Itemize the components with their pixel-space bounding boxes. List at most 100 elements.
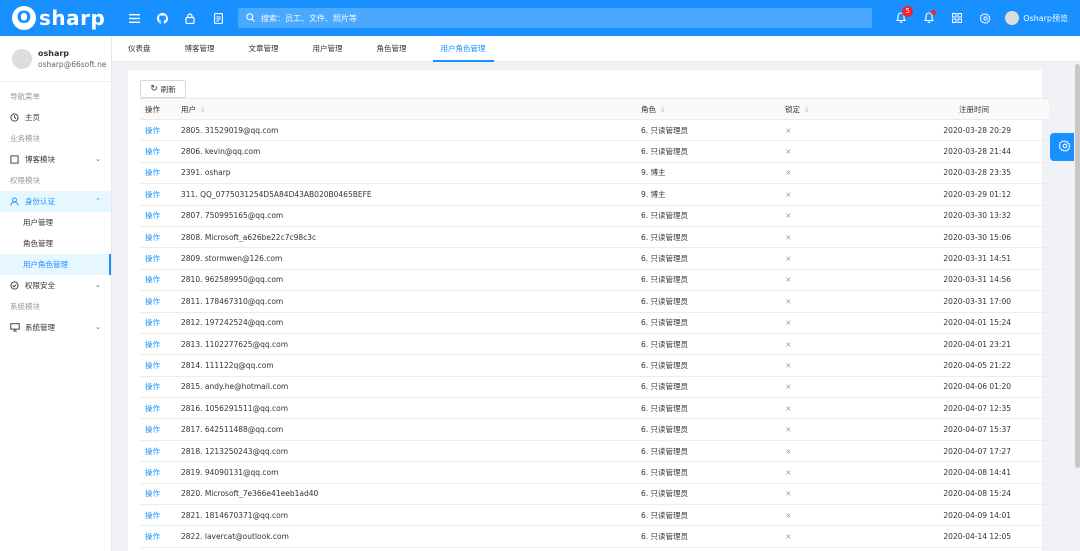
- menu-group-permission: 权限模块: [10, 176, 40, 185]
- table-row: 操作 311. QQ_0775031254D5A84D43AB020B0465BE…: [140, 184, 1049, 206]
- row-action-link[interactable]: 操作: [145, 340, 160, 349]
- locked-status-icon: ×: [785, 232, 792, 242]
- row-role: 6. 只读管理员: [641, 360, 689, 370]
- row-action-link[interactable]: 操作: [145, 532, 160, 541]
- row-role: 6. 只读管理员: [641, 339, 689, 349]
- tab-user-role-mgmt[interactable]: 用户角色管理: [432, 36, 494, 62]
- tab-article-mgmt[interactable]: 文章管理: [241, 36, 287, 62]
- row-user: 2821. 1814670371@qq.com: [181, 510, 288, 520]
- row-action-link[interactable]: 操作: [145, 404, 160, 413]
- clock-icon: [10, 113, 22, 122]
- col-user-label: 用户: [181, 104, 196, 114]
- message-dot: [931, 10, 937, 15]
- row-user: 2817. 642511488@qq.com: [181, 425, 284, 435]
- row-action-link[interactable]: 操作: [145, 468, 160, 477]
- menu-toggle-icon[interactable]: [120, 0, 148, 36]
- locked-status-icon: ×: [785, 189, 792, 199]
- document-icon[interactable]: [204, 0, 232, 36]
- row-action-link[interactable]: 操作: [145, 168, 160, 177]
- row-registered-time: 2020-04-14 12:05: [943, 532, 1011, 542]
- row-action-link[interactable]: 操作: [145, 297, 160, 306]
- row-action-link[interactable]: 操作: [145, 147, 160, 156]
- row-user: 2816. 1056291511@qq.com: [181, 403, 288, 413]
- search-input[interactable]: [261, 13, 841, 23]
- row-role: 6. 只读管理员: [641, 382, 689, 392]
- col-locked-header[interactable]: 锁定 ⇕: [779, 104, 869, 115]
- sidebar-item-home[interactable]: 主页: [0, 107, 111, 128]
- sort-icon[interactable]: ⇕: [660, 107, 665, 114]
- header-user-name: Osharp预览: [1023, 13, 1068, 23]
- gear-icon: [1058, 140, 1071, 154]
- row-action-link[interactable]: 操作: [145, 211, 160, 220]
- row-user: 2813. 1102277625@qq.com: [181, 339, 288, 349]
- avatar: [1005, 11, 1020, 25]
- row-user: 2814. 111122q@qq.com: [181, 360, 274, 370]
- row-registered-time: 2020-04-07 15:37: [943, 425, 1011, 435]
- row-action-link[interactable]: 操作: [145, 382, 160, 391]
- sidebar-item-system-mgmt[interactable]: 系统管理 ⌄: [0, 317, 111, 338]
- row-user: 2808. Microsoft_a626be22c7c98c3c: [181, 232, 317, 242]
- row-action-link[interactable]: 操作: [145, 511, 160, 520]
- notification-bell[interactable]: 5: [887, 0, 915, 36]
- locked-status-icon: ×: [785, 489, 792, 499]
- row-user: 2807. 750995165@qq.com: [181, 211, 284, 221]
- sidebar-item-identity[interactable]: 身份认证 ⌃: [0, 191, 111, 212]
- refresh-button[interactable]: ↻ 刷新: [140, 80, 186, 98]
- row-action-link[interactable]: 操作: [145, 254, 160, 263]
- table-row: 操作 2810. 962589950@qq.com 6. 只读管理员 × 2020-03…: [140, 270, 1049, 292]
- row-action-link[interactable]: 操作: [145, 489, 160, 498]
- col-user-header[interactable]: 用户 ⇕: [175, 104, 635, 115]
- row-action-link[interactable]: 操作: [145, 318, 160, 327]
- lock-icon[interactable]: [176, 0, 204, 36]
- sidebar-item-security[interactable]: 权限安全 ⌄: [0, 275, 111, 296]
- row-role: 6. 只读管理员: [641, 147, 689, 157]
- row-user: 2815. andy.he@hotmail.com: [181, 382, 289, 392]
- row-registered-time: 2020-04-07 12:35: [943, 403, 1011, 413]
- table-header: 操作 用户 ⇕ 角色 ⇕ 锁定 ⇕ 注册时间: [140, 99, 1049, 120]
- table-row: 操作 2806. kevin@qq.com 6. 只读管理员 × 2020-03-28 …: [140, 141, 1049, 163]
- sidebar-item-label: 主页: [25, 113, 40, 122]
- search-bar[interactable]: [238, 8, 872, 28]
- logo-text: sharp: [39, 6, 106, 30]
- sidebar-user-info[interactable]: osharp osharp@66soft.ne: [0, 36, 111, 82]
- apps-grid-icon[interactable]: [943, 0, 971, 36]
- header-user-menu[interactable]: Osharp预览: [1005, 11, 1068, 25]
- sidebar-item-blog[interactable]: 博客模块 ⌄: [0, 149, 111, 170]
- message-button[interactable]: [915, 0, 943, 36]
- sort-icon[interactable]: ⇕: [200, 107, 205, 114]
- row-registered-time: 2020-04-09 14:01: [943, 510, 1011, 520]
- page-scrollbar-thumb[interactable]: [1075, 64, 1080, 468]
- row-action-link[interactable]: 操作: [145, 425, 160, 434]
- row-registered-time: 2020-03-28 20:29: [943, 125, 1011, 135]
- github-icon[interactable]: [148, 0, 176, 36]
- row-user: 2819. 94090131@qq.com: [181, 467, 279, 477]
- tab-blog-mgmt[interactable]: 博客管理: [177, 36, 223, 62]
- row-action-link[interactable]: 操作: [145, 361, 160, 370]
- tab-role-mgmt[interactable]: 角色管理: [369, 36, 415, 62]
- tab-dashboard[interactable]: 仪表盘: [120, 36, 159, 62]
- table-row: 操作 2807. 750995165@qq.com 6. 只读管理员 × 2020-03…: [140, 206, 1049, 227]
- row-registered-time: 2020-04-08 15:24: [943, 489, 1011, 499]
- table-row: 操作 2818. 1213250243@qq.com 6. 只读管理员 × 2020-0…: [140, 441, 1049, 463]
- row-action-link[interactable]: 操作: [145, 126, 160, 135]
- locked-status-icon: ×: [785, 360, 792, 370]
- sort-icon[interactable]: ⇕: [804, 107, 809, 114]
- sidebar-item-user-mgmt[interactable]: 用户管理: [0, 212, 111, 233]
- row-role: 6. 只读管理员: [641, 489, 689, 499]
- tab-user-mgmt[interactable]: 用户管理: [305, 36, 351, 62]
- app-logo[interactable]: O sharp: [0, 0, 112, 36]
- sidebar-item-user-role-mgmt[interactable]: 用户角色管理: [0, 254, 111, 275]
- row-registered-time: 2020-04-01 23:21: [943, 339, 1011, 349]
- row-action-link[interactable]: 操作: [145, 233, 160, 242]
- row-action-link[interactable]: 操作: [145, 447, 160, 456]
- gear-icon[interactable]: [971, 0, 999, 36]
- row-action-link[interactable]: 操作: [145, 275, 160, 284]
- user-role-table: 操作 用户 ⇕ 角色 ⇕ 锁定 ⇕ 注册时间 操作 2805. 31529019@qq.…: [140, 98, 1049, 548]
- row-registered-time: 2020-03-28 23:35: [943, 168, 1011, 178]
- row-action-link[interactable]: 操作: [145, 190, 160, 199]
- table-row: 操作 2814. 111122q@qq.com 6. 只读管理员 × 2020-04-0…: [140, 355, 1049, 377]
- locked-status-icon: ×: [785, 510, 792, 520]
- sidebar-item-role-mgmt[interactable]: 角色管理: [0, 233, 111, 254]
- row-registered-time: 2020-04-08 14:41: [943, 467, 1011, 477]
- col-role-header[interactable]: 角色 ⇕: [635, 104, 779, 115]
